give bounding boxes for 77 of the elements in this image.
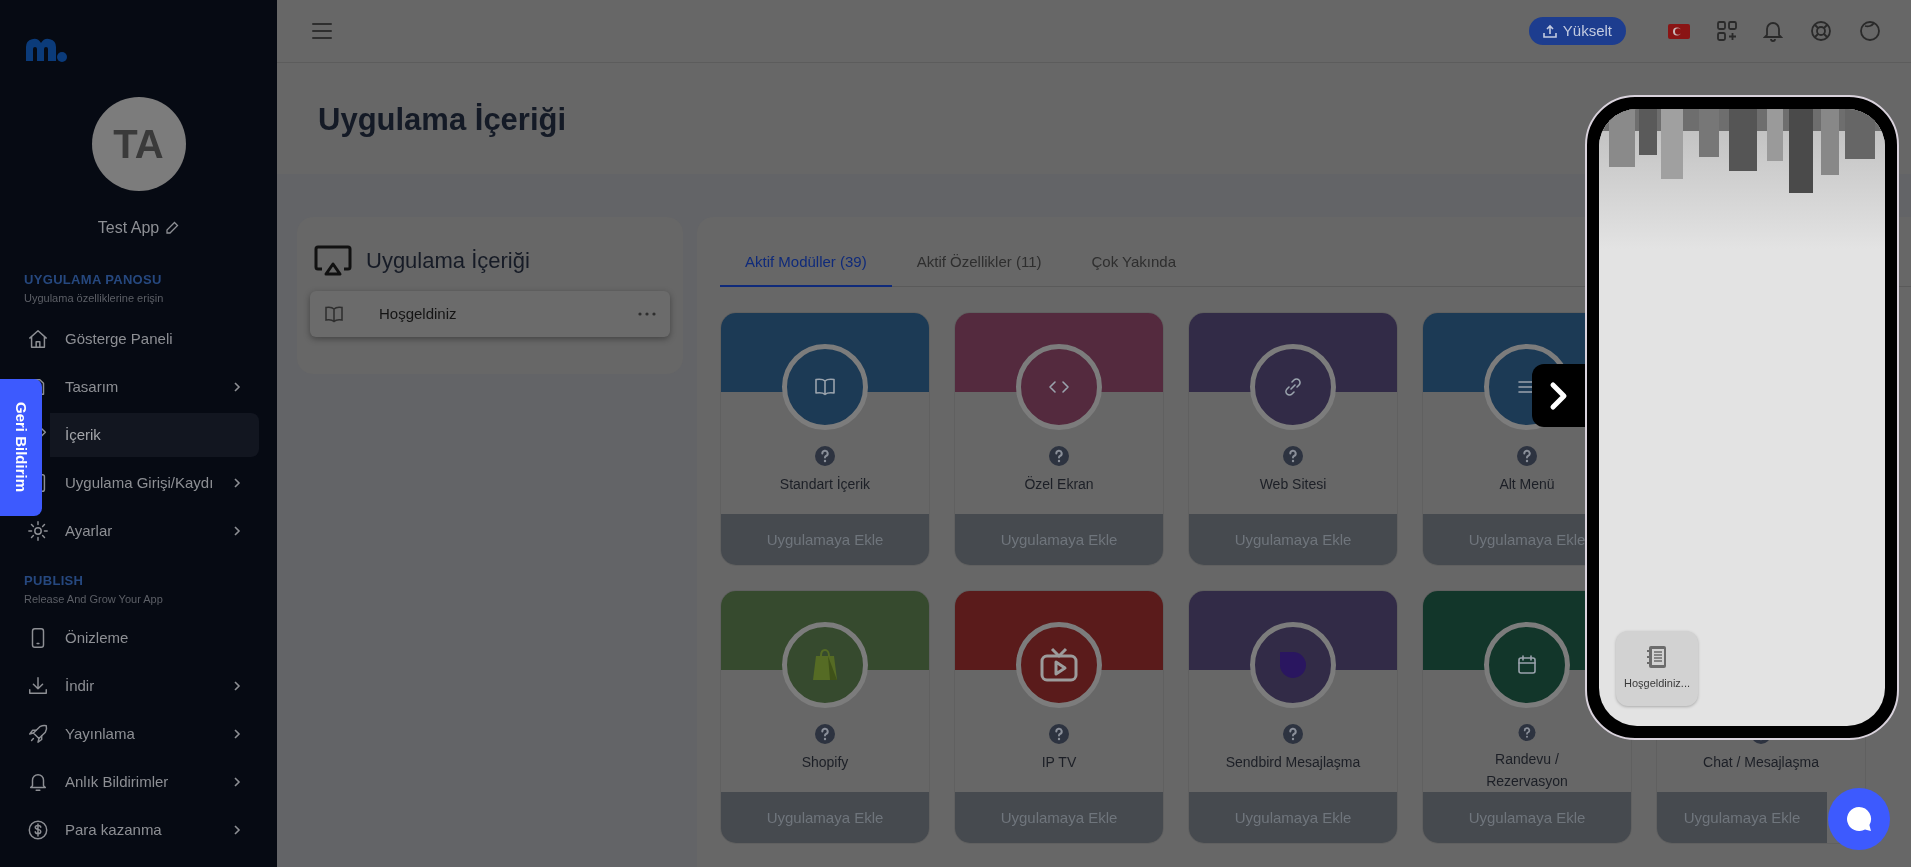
shopping-bag-icon (810, 648, 840, 682)
bell-icon[interactable] (1763, 20, 1783, 42)
module-name: Sendbird Mesajlaşma (1225, 753, 1361, 772)
help-icon[interactable] (815, 724, 835, 744)
sidebar-item[interactable]: Anlık Bildirimler (50, 760, 259, 804)
section-title: UYGULAMA PANOSU (23, 272, 163, 288)
help-icon[interactable] (1049, 724, 1069, 744)
module-name: Standart İçerik (779, 475, 871, 494)
code-icon (1048, 379, 1070, 395)
settings-icon (27, 520, 49, 542)
section-title: PUBLISH (23, 573, 85, 589)
sidebar-item[interactable]: İndir (50, 664, 259, 708)
section-subtitle: Release And Grow Your App (23, 592, 164, 606)
module-name: Alt Menü (1499, 475, 1555, 494)
upload-icon (1542, 24, 1557, 38)
menu-icon[interactable] (311, 22, 333, 40)
chevron-right-icon (233, 525, 241, 537)
help-icon[interactable] (1283, 724, 1303, 744)
sidebar-item[interactable]: Yayınlama (50, 712, 259, 756)
book-icon (324, 305, 344, 323)
apps-add-icon[interactable] (1716, 20, 1738, 42)
help-icon[interactable] (815, 446, 835, 466)
module-name: Özel Ekran (1024, 475, 1094, 494)
panel-title: Uygulama İçeriği (366, 247, 530, 275)
calendar-icon (1516, 654, 1538, 676)
module-name: IP TV (1041, 753, 1077, 772)
module-name: Web Sitesi (1259, 475, 1327, 494)
speech-bubble-icon (1844, 804, 1874, 834)
next-button[interactable] (1532, 364, 1585, 427)
blob-icon (1278, 650, 1308, 680)
avatar: TA (91, 97, 186, 191)
flag-icon[interactable] (1668, 23, 1690, 39)
sidebar-item[interactable]: Gösterge Paneli (50, 317, 259, 361)
tile-label: Hoşgeldiniz... (1623, 676, 1690, 692)
module-name: Chat / Mesajlaşma (1703, 753, 1819, 772)
chevron-right-icon (233, 381, 241, 393)
more-icon[interactable] (638, 312, 656, 316)
page-title: Uygulama İçeriği (318, 101, 567, 140)
feedback-label: Geri Bildirim (12, 402, 32, 493)
sidebar-item[interactable]: İçerik (50, 413, 259, 457)
screen-cast-icon (314, 244, 352, 277)
notebook-icon (1646, 645, 1668, 670)
chevron-right-icon (233, 824, 241, 836)
help-icon[interactable] (1283, 446, 1303, 466)
pencil-icon[interactable] (165, 221, 180, 235)
sidebar-item[interactable]: Para kazanma (50, 808, 259, 852)
module-name: Randevu / Rezervasyon (1485, 750, 1569, 791)
sidebar-item[interactable]: Ayarlar (50, 509, 259, 553)
help-icon[interactable] (1517, 724, 1537, 741)
feedback-tab[interactable]: Geri Bildirim (0, 379, 42, 516)
chevron-right-icon (233, 477, 241, 489)
logo-icon (24, 37, 68, 63)
download-icon (27, 675, 49, 697)
sidebar-item[interactable]: Tasarım (50, 365, 259, 409)
content-item[interactable]: Hoşgeldiniz (310, 291, 670, 337)
link-icon (1282, 376, 1304, 398)
tv-icon (1039, 647, 1079, 683)
chevron-right-icon (1548, 380, 1569, 411)
app-name: Test App (97, 218, 160, 238)
section-subtitle: Uygulama özelliklerine erişin (23, 291, 165, 305)
sidebar-item[interactable]: Uygulama Girişi/Kaydı (50, 461, 259, 505)
help-icon[interactable] (1517, 446, 1537, 466)
chevron-right-icon (233, 728, 241, 740)
rocket-icon (27, 723, 49, 745)
module-name: Shopify (801, 753, 849, 772)
chevron-right-icon (233, 776, 241, 788)
help-icon[interactable] (1049, 446, 1069, 466)
help-icon[interactable] (1810, 20, 1832, 42)
sidebar-item[interactable]: Önizleme (50, 616, 259, 660)
dollar-icon (27, 819, 49, 841)
upgrade-button[interactable]: Yükselt (1528, 17, 1626, 45)
chevron-right-icon (233, 680, 241, 692)
content-item-label: Hoşgeldiniz (379, 303, 458, 324)
bell-icon (27, 771, 49, 793)
book-icon (814, 377, 836, 397)
app-tile[interactable]: Hoşgeldiniz... (1616, 631, 1698, 706)
home-icon (27, 328, 49, 350)
